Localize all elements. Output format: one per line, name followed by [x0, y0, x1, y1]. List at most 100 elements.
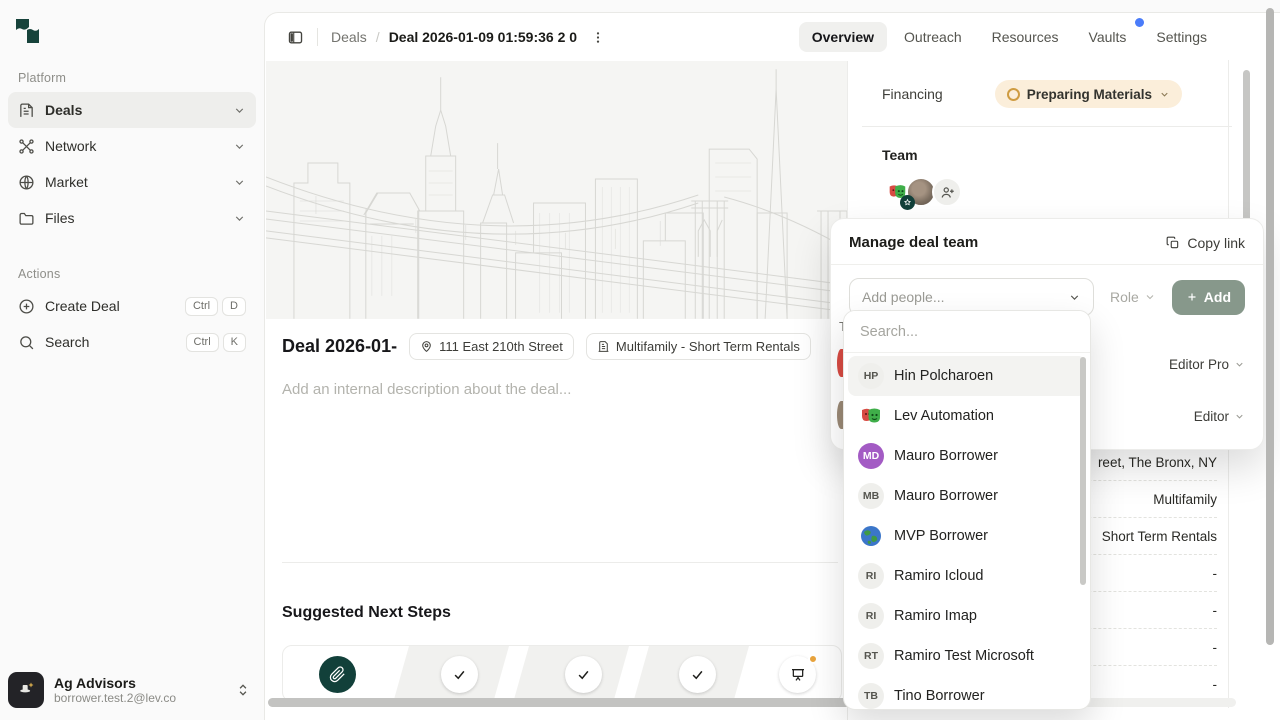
role-select[interactable]: Role	[1110, 289, 1156, 305]
sidebar-item-network[interactable]: Network	[8, 128, 256, 164]
breadcrumb-separator: /	[376, 29, 380, 45]
person-option[interactable]: RI Ramiro Imap	[848, 596, 1086, 636]
detail-value: Short Term Rentals	[1102, 529, 1217, 544]
tab-settings[interactable]: Settings	[1143, 22, 1220, 52]
check-icon	[690, 667, 705, 682]
initials-avatar: MD	[858, 443, 884, 469]
team-label: Team	[862, 127, 1232, 163]
detail-value: -	[1213, 677, 1218, 692]
person-option[interactable]: RT Ramiro Test Microsoft	[848, 636, 1086, 676]
location-pin-icon	[420, 340, 433, 353]
chevron-down-icon	[233, 176, 246, 189]
kbd-ctrl: Ctrl	[185, 297, 218, 316]
person-option[interactable]: TB Tino Borrower	[848, 676, 1086, 710]
tab-vaults[interactable]: Vaults	[1076, 22, 1140, 52]
detail-value: -	[1213, 640, 1218, 655]
breadcrumb-parent[interactable]: Deals	[331, 29, 367, 45]
plus-icon	[1186, 291, 1198, 303]
person-option[interactable]: HP Hin Polcharoen	[848, 356, 1086, 396]
search-label: Search	[45, 334, 186, 350]
popup-header: Manage deal team Copy link	[831, 219, 1263, 264]
deals-icon	[18, 102, 35, 119]
people-picker-dropdown: HP Hin Polcharoen Lev Automation MD Maur…	[843, 310, 1091, 710]
add-button[interactable]: Add	[1172, 280, 1245, 315]
globe-icon	[18, 174, 35, 191]
tab-overview[interactable]: Overview	[799, 22, 887, 52]
address-badge[interactable]: 111 East 210th Street	[409, 333, 574, 360]
member-role-select[interactable]: Editor Pro	[1169, 357, 1245, 372]
copy-icon	[1166, 236, 1180, 250]
search-button[interactable]: Search Ctrl K	[8, 324, 256, 360]
workspace-email: borrower.test.2@lev.co	[54, 691, 236, 705]
sidebar-item-label: Files	[45, 210, 233, 226]
member-role-select[interactable]: Editor	[1194, 409, 1245, 424]
theater-masks-avatar	[858, 403, 884, 429]
page-scrollbar-thumb[interactable]	[1266, 8, 1274, 645]
initials-avatar: HP	[858, 363, 884, 389]
step-materials-button[interactable]	[319, 656, 356, 693]
sidebar-item-files[interactable]: Files	[8, 200, 256, 236]
tab-bar: Overview Outreach Resources Vaults Setti…	[799, 22, 1220, 52]
person-option[interactable]: Lev Automation	[848, 396, 1086, 436]
initials-avatar: RI	[858, 603, 884, 629]
person-option[interactable]: MD Mauro Borrower	[848, 436, 1086, 476]
network-icon	[18, 138, 35, 155]
add-team-member-button[interactable]	[932, 177, 962, 207]
chevron-down-icon	[1234, 411, 1245, 422]
create-deal-label: Create Deal	[45, 298, 185, 314]
app-logo	[13, 16, 45, 48]
person-option[interactable]: RI Ramiro Icloud	[848, 556, 1086, 596]
header-divider	[317, 28, 318, 46]
create-deal-button[interactable]: Create Deal Ctrl D	[8, 288, 256, 324]
chevron-down-icon	[233, 140, 246, 153]
paperclip-icon	[329, 666, 346, 683]
people-list: HP Hin Polcharoen Lev Automation MD Maur…	[844, 353, 1090, 710]
initials-avatar: MB	[858, 483, 884, 509]
detail-value: -	[1213, 603, 1218, 618]
step-check-button[interactable]	[565, 656, 602, 693]
person-option[interactable]: MVP Borrower	[848, 516, 1086, 556]
next-steps-title: Suggested Next Steps	[282, 604, 451, 622]
deal-title[interactable]: Deal 2026-01-	[282, 336, 397, 357]
presentation-icon	[790, 667, 806, 683]
check-icon	[452, 667, 467, 682]
step-check-button[interactable]	[441, 656, 478, 693]
tab-resources[interactable]: Resources	[979, 22, 1072, 52]
property-type-badge[interactable]: Multifamily - Short Term Rentals	[586, 333, 811, 360]
plus-circle-icon	[18, 298, 35, 315]
dropdown-scrollbar-thumb[interactable]	[1080, 357, 1086, 585]
deal-description-input[interactable]: Add an internal description about the de…	[282, 381, 822, 398]
folder-icon	[18, 210, 35, 227]
tab-outreach[interactable]: Outreach	[891, 22, 975, 52]
workspace-avatar	[8, 672, 44, 708]
initials-avatar: RI	[858, 563, 884, 589]
notification-dot	[808, 654, 818, 664]
people-search-input[interactable]	[844, 311, 1090, 353]
chevron-down-icon	[233, 212, 246, 225]
detail-value: -	[1213, 566, 1218, 581]
breadcrumb-title: Deal 2026-01-09 01:59:36 2 0	[389, 29, 577, 45]
step-presentation-button[interactable]	[779, 656, 816, 693]
deal-cover-illustration	[266, 61, 847, 319]
sidebar-toggle-icon[interactable]	[287, 29, 304, 46]
detail-value: Multifamily	[1153, 492, 1217, 507]
person-option[interactable]: MB Mauro Borrower	[848, 476, 1086, 516]
financing-status-badge[interactable]: Preparing Materials	[995, 80, 1182, 108]
financing-label: Financing	[882, 86, 943, 102]
workspace-switcher[interactable]: Ag Advisors borrower.test.2@lev.co	[8, 668, 256, 712]
sidebar-item-deals[interactable]: Deals	[8, 92, 256, 128]
page-header: Deals / Deal 2026-01-09 01:59:36 2 0 Ove…	[265, 13, 1280, 61]
chevron-down-icon	[1144, 291, 1156, 303]
kebab-menu-icon[interactable]	[591, 30, 605, 45]
popup-title: Manage deal team	[849, 234, 978, 251]
chevron-down-icon	[1068, 291, 1081, 304]
initials-avatar: RT	[858, 643, 884, 669]
copy-link-button[interactable]: Copy link	[1166, 235, 1245, 251]
sidebar-item-market[interactable]: Market	[8, 164, 256, 200]
chevron-down-icon	[1159, 89, 1170, 100]
sidebar-section-actions: Actions	[18, 267, 60, 281]
search-icon	[18, 334, 35, 351]
step-check-button[interactable]	[679, 656, 716, 693]
sidebar-item-label: Network	[45, 138, 233, 154]
section-divider	[282, 562, 838, 563]
